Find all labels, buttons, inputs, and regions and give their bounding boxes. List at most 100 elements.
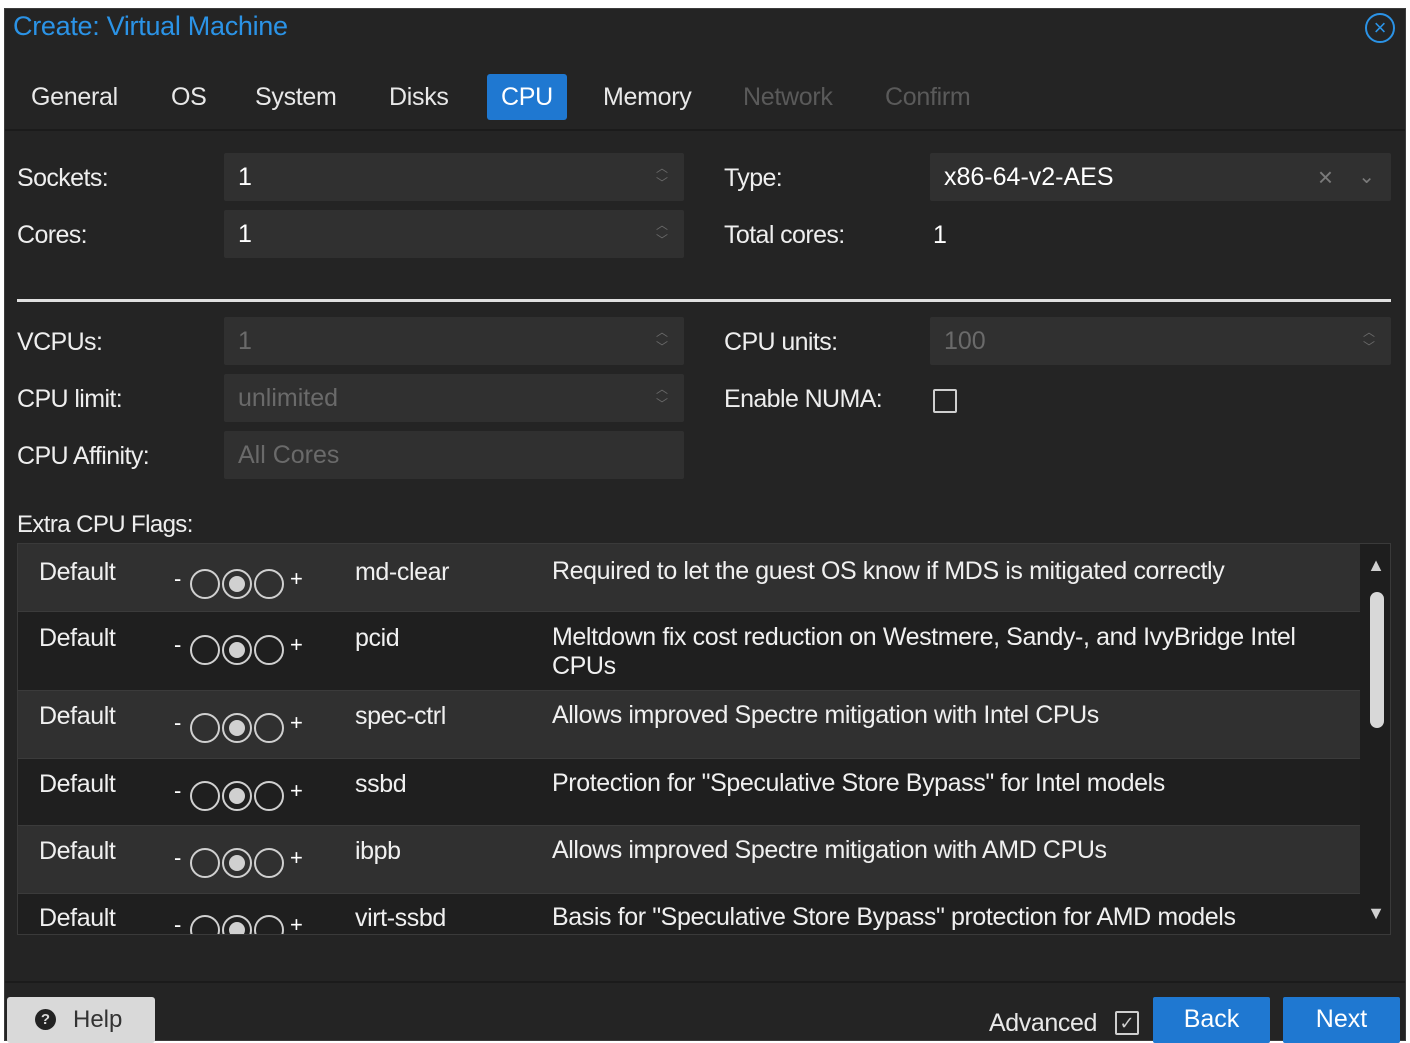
sockets-spinner-icon[interactable]: ︿ ﹀: [654, 161, 670, 193]
tab-os[interactable]: OS: [157, 74, 221, 120]
radio-default[interactable]: [222, 848, 252, 878]
flag-state: Default: [39, 624, 116, 652]
scroll-down-icon[interactable]: ▼: [1367, 904, 1385, 922]
plus-sign: +: [290, 912, 303, 935]
create-vm-dialog: Create: Virtual Machine × General OS Sys…: [4, 8, 1406, 1043]
scroll-thumb[interactable]: [1370, 592, 1384, 728]
minus-sign: -: [174, 845, 182, 870]
tab-general[interactable]: General: [17, 74, 132, 120]
tab-disks[interactable]: Disks: [375, 74, 463, 120]
flag-state: Default: [39, 837, 116, 865]
flag-description: Meltdown fix cost reduction on Westmere,…: [552, 623, 1296, 680]
grid-scrollbar[interactable]: ▲ ▼: [1362, 544, 1390, 934]
table-row: Default - + ibpb Allows improved Spectre…: [18, 826, 1360, 894]
minus-sign: -: [174, 632, 182, 657]
radio-default[interactable]: [222, 781, 252, 811]
vcpus-spinner-icon: ︿ ﹀: [655, 325, 668, 354]
radio-default[interactable]: [222, 569, 252, 599]
plus-sign: +: [290, 566, 303, 591]
vcpus-field: 1 ︿ ﹀: [224, 317, 684, 365]
cores-field[interactable]: 1 ︿ ﹀: [224, 210, 684, 258]
flag-state: Default: [39, 558, 116, 586]
table-row: Default - + spec-ctrl Allows improved Sp…: [18, 691, 1360, 759]
radio-on[interactable]: [254, 915, 284, 934]
minus-sign: -: [174, 912, 182, 935]
sockets-label: Sockets:: [17, 164, 109, 192]
radio-on[interactable]: [254, 848, 284, 878]
cpu-limit-value: unlimited: [238, 384, 339, 412]
advanced-checkbox[interactable]: ✓: [1115, 1011, 1139, 1035]
total-cores-value: 1: [933, 221, 947, 249]
radio-default[interactable]: [222, 635, 252, 665]
cpu-units-label: CPU units:: [724, 328, 838, 356]
radio-default[interactable]: [222, 915, 252, 934]
flag-toggle[interactable]: - +: [174, 710, 314, 743]
flag-name: ibpb: [355, 837, 401, 865]
radio-default[interactable]: [222, 713, 252, 743]
flag-state: Default: [39, 702, 116, 730]
question-circle-icon: ?: [35, 1009, 56, 1030]
radio-on[interactable]: [254, 635, 284, 665]
cpu-units-spinner-icon[interactable]: ︿ ﹀: [1361, 325, 1377, 357]
flag-name: pcid: [355, 624, 400, 652]
flag-toggle[interactable]: - +: [174, 632, 314, 665]
tab-cpu[interactable]: CPU: [487, 74, 567, 120]
cores-spinner-icon[interactable]: ︿ ﹀: [654, 218, 670, 250]
radio-on[interactable]: [254, 569, 284, 599]
enable-numa-label: Enable NUMA:: [724, 385, 883, 413]
next-button[interactable]: Next: [1283, 997, 1400, 1043]
radio-on[interactable]: [254, 713, 284, 743]
cpu-limit-field[interactable]: unlimited ︿ ﹀: [224, 374, 684, 422]
radio-off[interactable]: [190, 569, 220, 599]
clear-x-icon[interactable]: ×: [1318, 153, 1333, 201]
flag-name: md-clear: [355, 558, 450, 586]
cpu-limit-label: CPU limit:: [17, 385, 123, 413]
radio-off[interactable]: [190, 635, 220, 665]
dialog-title: Create: Virtual Machine: [13, 11, 288, 41]
radio-off[interactable]: [190, 848, 220, 878]
tab-confirm: Confirm: [885, 83, 971, 111]
flag-description: Protection for "Speculative Store Bypass…: [552, 769, 1165, 797]
plus-sign: +: [290, 632, 303, 657]
cpu-units-field[interactable]: 100 ︿ ﹀: [930, 317, 1391, 365]
plus-sign: +: [290, 845, 303, 870]
radio-off[interactable]: [190, 915, 220, 934]
table-row: Default - + virt-ssbd Basis for "Specula…: [18, 894, 1360, 935]
radio-on[interactable]: [254, 781, 284, 811]
tab-memory[interactable]: Memory: [589, 74, 705, 120]
cpu-type-combobox[interactable]: x86-64-v2-AES × ⌄: [930, 153, 1391, 201]
cpu-flags-grid: Default - + md-clear Required to let the…: [17, 543, 1391, 935]
flag-name: virt-ssbd: [355, 904, 446, 932]
help-button[interactable]: ? Help: [7, 997, 155, 1043]
radio-off[interactable]: [190, 713, 220, 743]
minus-sign: -: [174, 778, 182, 803]
minus-sign: -: [174, 710, 182, 735]
plus-sign: +: [290, 778, 303, 803]
total-cores-label: Total cores:: [724, 221, 845, 249]
flag-description: Required to let the guest OS know if MDS…: [552, 557, 1225, 585]
radio-off[interactable]: [190, 781, 220, 811]
enable-numa-checkbox[interactable]: [933, 389, 957, 413]
flag-toggle[interactable]: - +: [174, 845, 314, 878]
type-label: Type:: [724, 164, 783, 192]
scroll-up-icon[interactable]: ▲: [1367, 556, 1385, 574]
table-row: Default - + md-clear Required to let the…: [18, 544, 1360, 612]
table-row: Default - + pcid Meltdown fix cost reduc…: [18, 612, 1360, 691]
dialog-titlebar: Create: Virtual Machine ×: [5, 9, 1405, 47]
flag-toggle[interactable]: - +: [174, 566, 314, 599]
cpu-affinity-field[interactable]: All Cores: [224, 431, 684, 479]
advanced-label: Advanced: [989, 1009, 1097, 1037]
flag-toggle[interactable]: - +: [174, 912, 314, 935]
cpu-affinity-label: CPU Affinity:: [17, 442, 150, 470]
back-button[interactable]: Back: [1153, 997, 1270, 1043]
sockets-field[interactable]: 1 ︿ ﹀: [224, 153, 684, 201]
flag-description: Allows improved Spectre mitigation with …: [552, 836, 1107, 864]
tab-system[interactable]: System: [241, 74, 351, 120]
chevron-down-icon[interactable]: ⌄: [1358, 153, 1375, 201]
flag-description: Basis for "Speculative Store Bypass" pro…: [552, 903, 1236, 931]
cpu-limit-spinner-icon[interactable]: ︿ ﹀: [654, 382, 670, 414]
cores-label: Cores:: [17, 221, 88, 249]
close-icon[interactable]: ×: [1365, 13, 1395, 43]
cpu-affinity-placeholder: All Cores: [238, 441, 340, 469]
flag-toggle[interactable]: - +: [174, 778, 314, 811]
